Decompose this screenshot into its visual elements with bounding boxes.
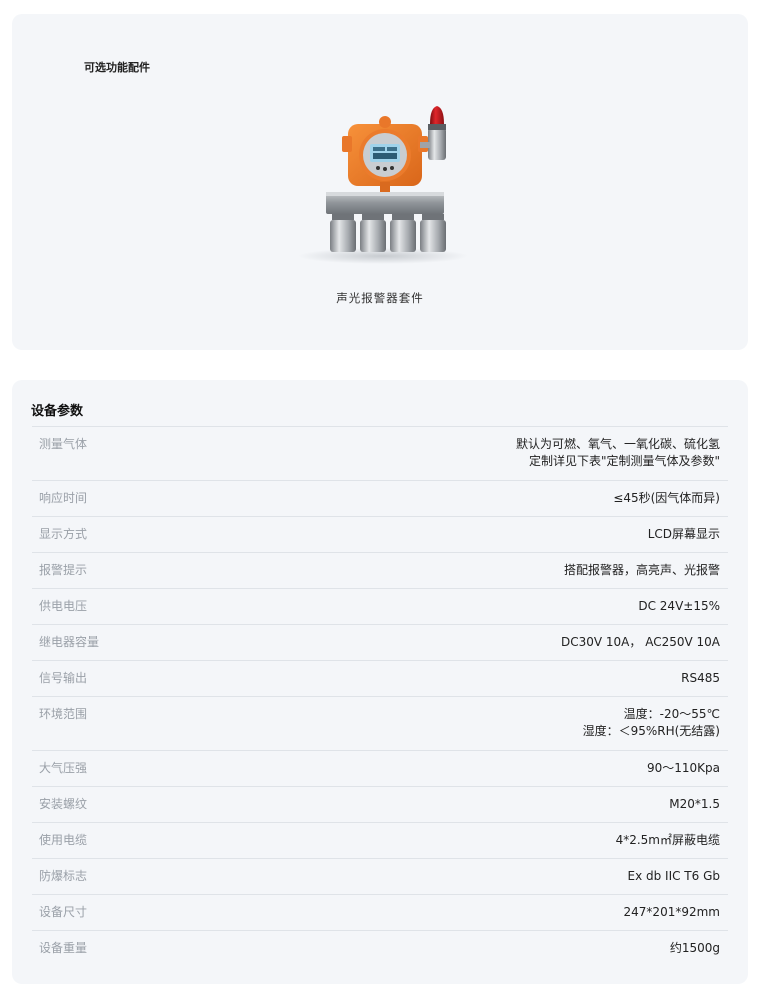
param-label: 供电电压 xyxy=(39,599,88,613)
param-label: 报警提示 xyxy=(39,563,88,577)
param-value: 温度：-20～55℃ 湿度：＜95%RH(无结露) xyxy=(582,707,720,738)
param-label: 信号输出 xyxy=(39,671,88,685)
param-label: 显示方式 xyxy=(39,527,88,541)
param-row-gas: 测量气体 默认为可燃、氧气、一氧化碳、硫化氢 定制详见下表"定制测量气体及参数" xyxy=(32,427,728,481)
accessory-caption: 声光报警器套件 xyxy=(336,291,424,305)
accessory-title: 可选功能配件 xyxy=(84,61,150,74)
param-value: RS485 xyxy=(681,671,720,685)
param-label: 测量气体 xyxy=(39,437,88,451)
param-label: 安装螺纹 xyxy=(39,797,88,811)
param-row-alarm: 报警提示 搭配报警器，高亮声、光报警 xyxy=(32,553,728,589)
param-label: 设备重量 xyxy=(39,941,88,955)
param-value: M20*1.5 xyxy=(669,797,720,811)
gas-detector-alarm-kit-image xyxy=(298,106,468,264)
param-row-size: 设备尺寸 247*201*92mm xyxy=(32,895,728,931)
param-row-response-time: 响应时间 ≤45秒(因气体而异) xyxy=(32,481,728,517)
params-card: 设备参数 测量气体 默认为可燃、氧气、一氧化碳、硫化氢 定制详见下表"定制测量气… xyxy=(12,380,748,984)
param-value: DC30V 10A， AC250V 10A xyxy=(561,635,720,649)
param-row-display: 显示方式 LCD屏幕显示 xyxy=(32,517,728,553)
param-row-voltage: 供电电压 DC 24V±15% xyxy=(32,589,728,625)
param-value: 90～110Kpa xyxy=(646,761,720,775)
param-value: 搭配报警器，高亮声、光报警 xyxy=(563,563,720,577)
param-label: 大气压强 xyxy=(39,761,88,775)
param-value: 默认为可燃、氧气、一氧化碳、硫化氢 定制详见下表"定制测量气体及参数" xyxy=(515,437,720,468)
params-table: 测量气体 默认为可燃、氧气、一氧化碳、硫化氢 定制详见下表"定制测量气体及参数"… xyxy=(32,426,728,967)
param-row-explosion-proof: 防爆标志 Ex db IIC T6 Gb xyxy=(32,859,728,895)
param-label: 使用电缆 xyxy=(39,833,88,847)
param-value: ≤45秒(因气体而异) xyxy=(613,491,720,505)
param-value: Ex db IIC T6 Gb xyxy=(627,869,720,883)
param-row-environment: 环境范围 温度：-20～55℃ 湿度：＜95%RH(无结露) xyxy=(32,697,728,751)
param-value: 约1500g xyxy=(669,941,720,955)
param-label: 继电器容量 xyxy=(39,635,100,649)
param-value: 4*2.5m㎡屏蔽电缆 xyxy=(615,833,720,847)
param-row-relay: 继电器容量 DC30V 10A， AC250V 10A xyxy=(32,625,728,661)
param-label: 防爆标志 xyxy=(39,869,88,883)
param-value: 247*201*92mm xyxy=(623,905,720,919)
param-label: 环境范围 xyxy=(39,707,88,721)
param-row-weight: 设备重量 约1500g xyxy=(32,931,728,967)
param-value: DC 24V±15% xyxy=(638,599,720,613)
params-title: 设备参数 xyxy=(31,404,84,419)
param-row-signal: 信号输出 RS485 xyxy=(32,661,728,697)
param-row-cable: 使用电缆 4*2.5m㎡屏蔽电缆 xyxy=(32,823,728,859)
param-label: 设备尺寸 xyxy=(39,905,88,919)
param-label: 响应时间 xyxy=(39,491,88,505)
param-value: LCD屏幕显示 xyxy=(647,527,720,541)
param-row-pressure: 大气压强 90～110Kpa xyxy=(32,751,728,787)
accessory-card: 可选功能配件 声光报警器套件 xyxy=(12,14,748,350)
param-row-thread: 安装螺纹 M20*1.5 xyxy=(32,787,728,823)
